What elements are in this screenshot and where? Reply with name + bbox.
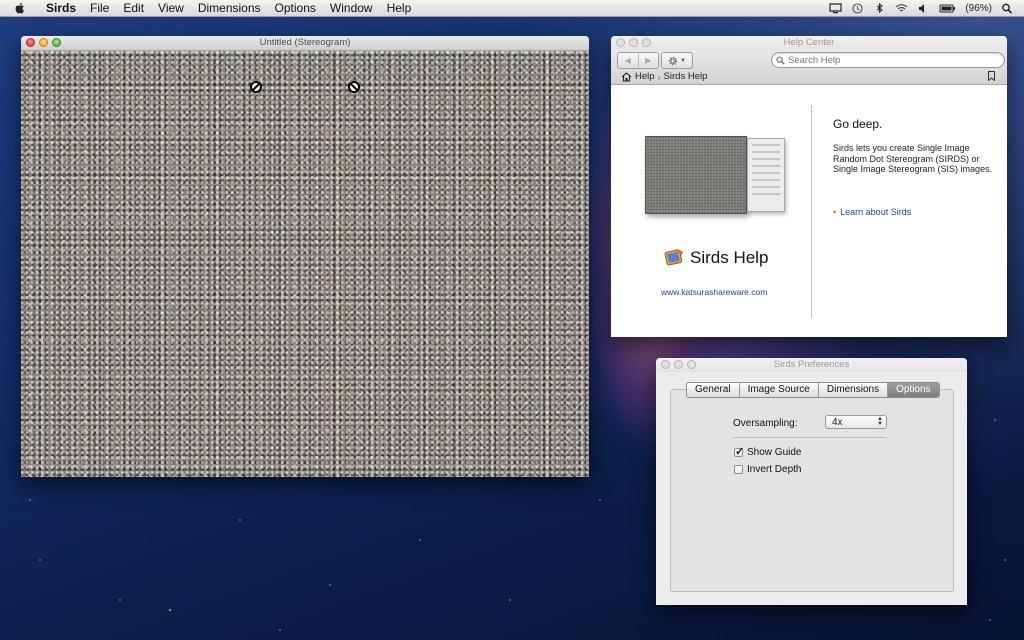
zoom-button[interactable] [642,38,651,47]
forward-arrow-icon[interactable]: ▶ [637,53,659,68]
help-titlebar[interactable]: Help Center [611,36,1007,50]
menu-help[interactable]: Help [380,0,419,16]
help-toolbar: ◀ ▶ ▼ Help › Sirds Help [611,50,1007,85]
help-logo-text: Sirds Help [690,248,769,267]
sirds-app-icon [664,249,683,266]
status-menus: (96%) [829,2,1024,14]
guide-dot-left-icon [250,81,262,93]
help-search-field[interactable] [771,52,1005,68]
zoom-button[interactable] [687,360,696,369]
display-icon[interactable] [829,2,842,14]
help-center-window: Help Center ◀ ▶ ▼ Help › Sirds Help S [611,36,1007,337]
invert-depth-row[interactable]: Invert Depth [734,464,801,475]
tab-options[interactable]: Options [887,383,939,397]
tab-general[interactable]: General [687,383,739,397]
menu-view[interactable]: View [151,0,191,16]
oversampling-select[interactable]: 4x ▲ ▼ [825,415,887,429]
help-logo: Sirds Help [663,248,768,268]
battery-icon[interactable] [939,3,956,14]
close-button[interactable] [26,38,35,47]
bookmark-icon[interactable] [988,71,995,81]
minimize-button[interactable] [39,38,48,47]
show-guide-label[interactable]: Show Guide [747,447,801,458]
website-link[interactable]: www.katsurashareware.com [661,287,767,297]
stereogram-image[interactable] [21,51,589,477]
spotlight-icon[interactable] [1001,3,1014,14]
menu-window[interactable]: Window [323,0,380,16]
learn-about-link[interactable]: • Learn about Sirds [833,207,911,217]
breadcrumb-help[interactable]: Help [635,71,655,82]
invert-depth-checkbox[interactable] [734,465,743,474]
minimize-button[interactable] [674,360,683,369]
tab-dimensions[interactable]: Dimensions [817,383,887,397]
apple-menu-icon[interactable] [13,1,27,15]
breadcrumb-sirds-help[interactable]: Sirds Help [664,71,708,82]
window-controls [26,38,61,47]
help-content: Sirds Help www.katsurashareware.com Go d… [611,85,1007,336]
tab-image-source[interactable]: Image Source [738,383,818,397]
battery-percent: (96%) [965,2,992,14]
back-arrow-icon[interactable]: ◀ [618,53,638,68]
stereogram-titlebar[interactable]: Untitled (Stereogram) [21,36,589,51]
menu-file[interactable]: File [83,0,116,16]
window-controls [616,38,651,47]
app-screenshot-thumbnail [645,136,785,214]
learn-about-label[interactable]: Learn about Sirds [840,207,911,217]
home-icon[interactable] [621,71,632,82]
time-machine-icon[interactable] [851,2,864,14]
invert-depth-label[interactable]: Invert Depth [747,464,801,475]
preferences-window: Sirds Preferences General Image Source D… [656,358,967,605]
prefs-separator [733,437,887,438]
minimize-button[interactable] [629,38,638,47]
divider [811,105,812,318]
close-button[interactable] [616,38,625,47]
options-panel [670,389,954,592]
bullet-icon: • [833,207,837,217]
bluetooth-icon[interactable] [873,2,886,14]
close-button[interactable] [661,360,670,369]
menu-bar: Sirds File Edit View Dimensions Options … [0,0,1024,17]
breadcrumb: Help › Sirds Help [621,71,707,82]
menu-edit[interactable]: Edit [116,0,151,16]
menu-dimensions[interactable]: Dimensions [191,0,268,16]
window-title: Untitled (Stereogram) [259,37,351,48]
search-icon [776,55,785,65]
zoom-button[interactable] [52,38,61,47]
breadcrumb-separator: › [657,71,661,82]
search-input[interactable] [788,54,988,66]
action-menu-button[interactable]: ▼ [661,52,693,69]
oversampling-label: Oversampling: [733,418,798,429]
window-title: Help Center [783,37,835,48]
volume-icon[interactable] [917,3,930,14]
gear-icon [668,56,678,65]
prefs-titlebar[interactable]: Sirds Preferences [656,358,967,372]
help-heading: Go deep. [833,117,883,131]
chevron-down-icon: ▼ [680,57,686,64]
prefs-tab-bar: General Image Source Dimensions Options [686,382,940,398]
nav-buttons: ◀ ▶ [617,52,659,69]
stereogram-window: Untitled (Stereogram) [21,36,589,477]
menu-options[interactable]: Options [268,0,323,16]
window-controls [661,360,696,369]
help-description: Sirds lets you create Single Image Rando… [833,143,993,174]
window-title: Sirds Preferences [773,359,850,370]
menu-app-name[interactable]: Sirds [39,0,83,16]
show-guide-row[interactable]: Show Guide [734,445,801,458]
select-arrows-icon: ▲ ▼ [877,416,883,427]
guide-dot-right-icon [348,81,360,93]
oversampling-value: 4x [832,417,843,428]
show-guide-checkbox[interactable] [734,445,744,458]
wifi-icon[interactable] [895,3,908,14]
